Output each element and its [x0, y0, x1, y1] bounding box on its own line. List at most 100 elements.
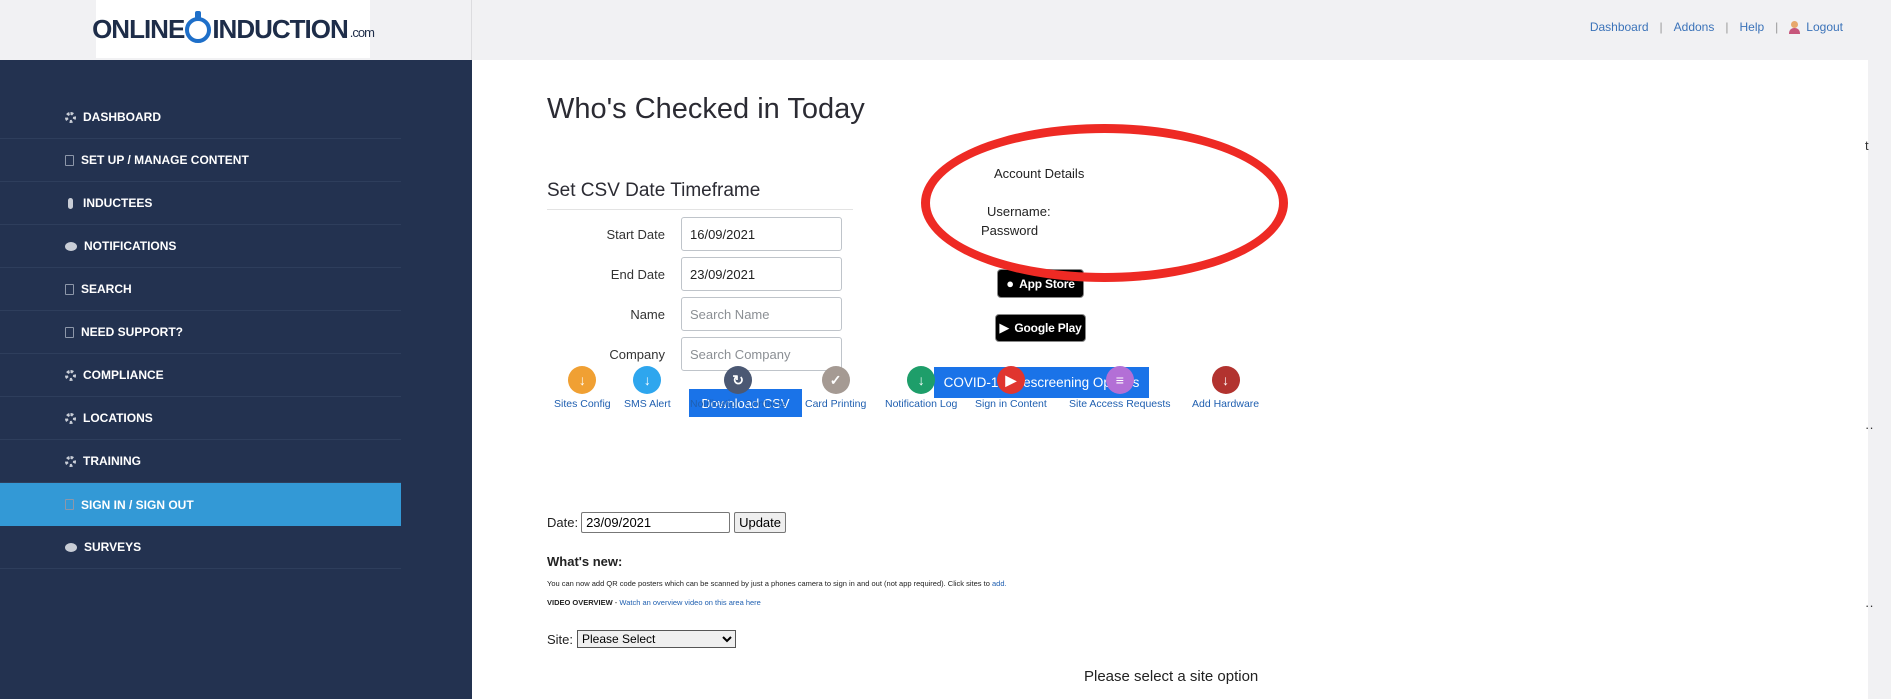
- quick-link-sites-config[interactable]: ↓ Sites Config: [554, 366, 611, 410]
- start-date-input[interactable]: [681, 217, 842, 251]
- play-icon: ▶: [996, 366, 1025, 394]
- site-label: Site:: [547, 631, 574, 647]
- sidebar-item-label: TRAINING: [83, 454, 141, 468]
- quick-link-notification-log[interactable]: ↓ Notification Log: [885, 366, 957, 410]
- google-play-label: Google Play: [1014, 321, 1082, 335]
- document-icon: [65, 154, 74, 166]
- nav-dashboard-link[interactable]: Dashboard: [1590, 20, 1649, 34]
- gear-icon: [65, 369, 76, 381]
- microphone-icon: [68, 197, 73, 209]
- sidebar-item-locations[interactable]: LOCATIONS: [0, 397, 401, 440]
- gear-icon: [65, 455, 76, 467]
- sidebar-item-inductees[interactable]: INDUCTEES: [0, 182, 401, 225]
- video-overview-line: VIDEO OVERVIEW - Watch an overview video…: [547, 598, 761, 607]
- list-icon: ≡: [1105, 366, 1134, 394]
- document-icon: [65, 326, 74, 338]
- add-sites-link[interactable]: add.: [992, 579, 1007, 588]
- document-icon: [65, 499, 74, 510]
- apple-icon: ●: [1006, 276, 1015, 291]
- google-play-badge[interactable]: ▶ Google Play: [995, 314, 1086, 342]
- whats-new-text: You can now add QR code posters which ca…: [547, 579, 1007, 588]
- quick-link-sms-alert[interactable]: ↓ SMS Alert: [624, 366, 671, 410]
- sidebar-item-setup-manage-content[interactable]: SET UP / MANAGE CONTENT: [0, 139, 401, 182]
- sidebar: DASHBOARD SET UP / MANAGE CONTENT INDUCT…: [0, 60, 472, 699]
- sidebar-item-dashboard[interactable]: DASHBOARD: [0, 96, 401, 139]
- date-input[interactable]: [581, 512, 731, 533]
- end-date-row: End Date: [547, 256, 867, 292]
- search-name-input[interactable]: [681, 297, 842, 331]
- start-date-row: Start Date: [547, 216, 867, 252]
- date-label: Date:: [547, 515, 579, 530]
- sidebar-item-label: NEED SUPPORT?: [81, 325, 184, 339]
- chat-bubble-icon: [65, 241, 77, 251]
- logo-suffix: .com: [349, 24, 375, 40]
- quick-link-label: Sign in Content: [975, 398, 1047, 410]
- sidebar-item-label: COMPLIANCE: [83, 368, 164, 382]
- nav-logout-link[interactable]: Logout: [1806, 20, 1843, 34]
- top-bar: ONLINE INDUCTION .com Dashboard | Addons…: [0, 0, 1868, 60]
- quick-link-notification-contacts[interactable]: ↻ Notification Contacts: [690, 366, 786, 410]
- download-arrow-icon: ↓: [907, 366, 936, 394]
- quick-link-sign-in-content[interactable]: ▶ Sign in Content: [975, 366, 1047, 410]
- chat-bubble-icon: [65, 542, 77, 552]
- section-divider: [547, 209, 853, 210]
- download-arrow-icon: ↓: [633, 366, 662, 394]
- site-filter: Site: Please Select: [547, 630, 737, 648]
- sidebar-item-label: SET UP / MANAGE CONTENT: [81, 153, 249, 167]
- quick-link-label: Card Printing: [805, 398, 867, 410]
- quick-link-label: Notification Contacts: [690, 398, 787, 410]
- csv-section-title: Set CSV Date Timeframe: [547, 180, 761, 201]
- download-arrow-icon: ↓: [1211, 366, 1240, 394]
- sidebar-item-sign-in-sign-out[interactable]: SIGN IN / SIGN OUT: [0, 483, 401, 526]
- nav-help-link[interactable]: Help: [1739, 20, 1764, 34]
- gear-icon: [65, 111, 76, 123]
- end-date-input[interactable]: [681, 257, 842, 291]
- quick-link-label: SMS Alert: [624, 398, 671, 410]
- edge-text: t: [1865, 138, 1869, 153]
- sidebar-item-surveys[interactable]: SURVEYS: [0, 526, 401, 569]
- sidebar-item-label: NOTIFICATIONS: [84, 239, 177, 253]
- annotation-ellipse: [921, 124, 1288, 282]
- nav-addons-link[interactable]: Addons: [1674, 20, 1715, 34]
- watch-video-link[interactable]: Watch an overview video on this area her…: [619, 598, 760, 607]
- logo-ring-icon: [185, 11, 212, 43]
- page-title: Who's Checked in Today: [547, 93, 865, 125]
- check-circle-icon: ✓: [821, 366, 850, 394]
- sidebar-item-label: INDUCTEES: [83, 196, 153, 210]
- start-date-label: Start Date: [606, 226, 665, 242]
- nav-separator: |: [1725, 20, 1729, 34]
- right-edge-strip: [1868, 0, 1891, 699]
- quick-link-site-access-requests[interactable]: ≡ Site Access Requests: [1069, 366, 1171, 410]
- quick-link-label: Add Hardware: [1192, 398, 1260, 410]
- play-store-icon: ▶: [999, 320, 1010, 335]
- sidebar-item-label: SIGN IN / SIGN OUT: [81, 497, 194, 512]
- logo-text-left: ONLINE: [92, 13, 185, 44]
- whats-new-heading: What's new:: [547, 554, 623, 569]
- sidebar-item-label: SURVEYS: [84, 540, 142, 554]
- quick-link-add-hardware[interactable]: ↓ Add Hardware: [1192, 366, 1259, 410]
- sidebar-item-search[interactable]: SEARCH: [0, 268, 401, 311]
- date-filter: Date: Update: [547, 512, 786, 533]
- update-button[interactable]: Update: [734, 512, 786, 533]
- sidebar-item-compliance[interactable]: COMPLIANCE: [0, 354, 401, 397]
- nav-separator: |: [1775, 20, 1779, 34]
- contacts-icon: ↻: [724, 366, 753, 394]
- document-icon: [65, 283, 74, 295]
- download-arrow-icon: ↓: [568, 366, 597, 394]
- sidebar-item-notifications[interactable]: NOTIFICATIONS: [0, 225, 401, 268]
- site-select[interactable]: Please Select: [577, 630, 737, 648]
- quick-link-label: Notification Log: [885, 398, 958, 410]
- edge-more-dots: ··: [1865, 598, 1874, 613]
- logo-text: ONLINE INDUCTION .com: [92, 11, 375, 45]
- quick-link-card-printing[interactable]: ✓ Card Printing: [805, 366, 866, 410]
- logo-text-right: INDUCTION: [212, 13, 348, 44]
- quick-link-label: Sites Config: [554, 398, 611, 410]
- logo[interactable]: ONLINE INDUCTION .com: [92, 0, 375, 58]
- name-row: Name: [547, 296, 867, 332]
- whats-new-line: You can now add QR code posters which ca…: [547, 579, 990, 588]
- sidebar-item-training[interactable]: TRAINING: [0, 440, 401, 483]
- top-nav: Dashboard | Addons | Help | Logout: [1590, 20, 1843, 34]
- select-site-message: Please select a site option: [1084, 668, 1259, 685]
- sidebar-item-need-support[interactable]: NEED SUPPORT?: [0, 311, 401, 354]
- video-overview-label: VIDEO OVERVIEW: [547, 598, 613, 607]
